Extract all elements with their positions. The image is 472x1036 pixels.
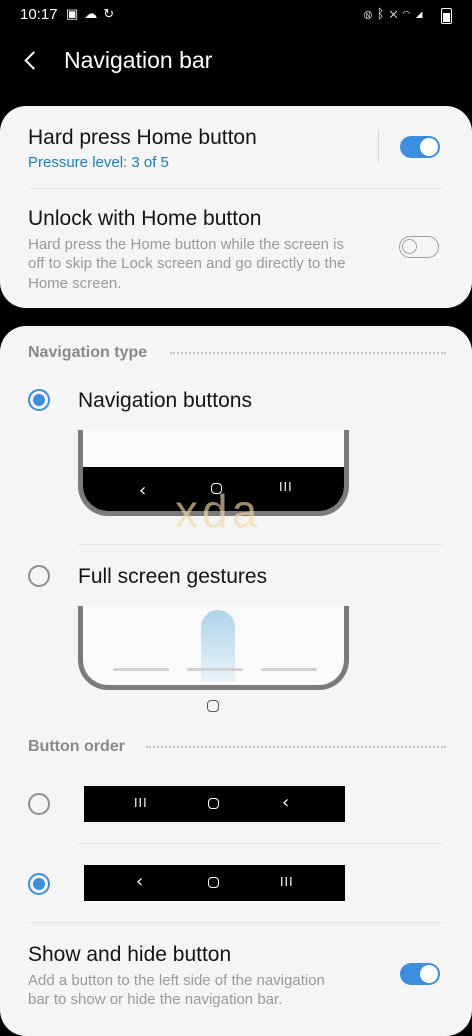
mute-icon: ✕: [389, 6, 403, 21]
status-left-icons: ▣☁↻: [66, 6, 120, 22]
button-order-label: Button order: [28, 738, 125, 755]
radio-full-screen-gestures[interactable]: [28, 565, 50, 587]
radio-order-recents-home-back[interactable]: [28, 793, 50, 815]
option-full-screen-gestures[interactable]: Full screen gestures: [78, 565, 267, 589]
section-dotted-line: [146, 746, 446, 748]
gesture-hint-bar: [187, 668, 243, 671]
gesture-hint-bar: [113, 668, 169, 671]
home-hint-icon: [207, 700, 219, 712]
show-hide-toggle[interactable]: [400, 963, 440, 985]
button-order-preview-2[interactable]: ‹ III: [84, 865, 345, 901]
toggle-knob: [402, 239, 417, 254]
home-icon: [208, 798, 219, 809]
signal-icon: ◢: [415, 6, 428, 21]
button-order-preview-1[interactable]: III ‹: [84, 786, 345, 822]
radio-order-back-home-recents[interactable]: [28, 873, 50, 895]
unlock-home-desc-line3: Home screen.: [28, 275, 122, 292]
bluetooth-icon: ᛒ: [376, 6, 390, 21]
section-dotted-line: [170, 352, 446, 354]
recents-icon: III: [279, 480, 293, 494]
unlock-home-title: Unlock with Home button: [28, 207, 262, 230]
status-right-icons: Ⓝᛒ✕◠◢: [364, 6, 428, 21]
battery-icon: [441, 8, 452, 24]
radio-navigation-buttons[interactable]: [28, 389, 50, 411]
gesture-hint-bar: [261, 668, 317, 671]
back-icon: ‹: [282, 792, 290, 813]
show-hide-desc-line1: Add a button to the left side of the nav…: [28, 972, 325, 989]
xda-watermark: xda: [175, 485, 262, 537]
back-arrow-icon[interactable]: [20, 49, 44, 73]
wifi-icon: ◠: [402, 6, 416, 21]
image-icon: ▣: [66, 6, 85, 21]
recents-icon: III: [280, 875, 294, 889]
unlock-home-desc-line2: off to skip the Lock screen and go direc…: [28, 255, 346, 272]
status-time: 10:17: [20, 6, 58, 23]
navigation-type-label: Navigation type: [28, 344, 148, 361]
vertical-divider: [378, 130, 379, 162]
show-hide-desc-line2: bar to show or hide the navigation bar.: [28, 991, 283, 1008]
toggle-knob: [420, 965, 438, 983]
hard-press-toggle[interactable]: [400, 136, 440, 158]
hard-press-title: Hard press Home button: [28, 126, 257, 149]
status-bar: 10:17 ▣☁↻ Ⓝᛒ✕◠◢: [0, 0, 472, 30]
divider: [78, 544, 444, 545]
divider: [78, 843, 444, 844]
back-icon: ‹: [139, 480, 147, 501]
refresh-icon: ↻: [103, 6, 121, 21]
nfc-icon: Ⓝ: [363, 6, 377, 21]
back-icon: ‹: [136, 871, 144, 892]
pressure-level-subtitle: Pressure level: 3 of 5: [28, 154, 169, 171]
recents-icon: III: [134, 796, 148, 810]
unlock-home-toggle[interactable]: [399, 236, 439, 258]
page-title: Navigation bar: [64, 47, 213, 73]
home-icon: [208, 877, 219, 888]
unlock-home-desc-line1: Hard press the Home button while the scr…: [28, 236, 344, 253]
home-button-card: Hard press Home button Pressure level: 3…: [0, 106, 472, 308]
cloud-icon: ☁: [84, 6, 104, 21]
option-navigation-buttons[interactable]: Navigation buttons: [78, 389, 252, 413]
full-screen-gestures-preview[interactable]: [78, 606, 349, 690]
app-header: Navigation bar: [0, 30, 472, 104]
divider: [28, 922, 444, 923]
divider: [28, 188, 444, 189]
swipe-gesture-hint: [201, 610, 235, 682]
show-hide-title: Show and hide button: [28, 943, 232, 966]
navigation-card: Navigation type Navigation buttons ‹ III…: [0, 326, 472, 1036]
toggle-knob: [420, 138, 438, 156]
